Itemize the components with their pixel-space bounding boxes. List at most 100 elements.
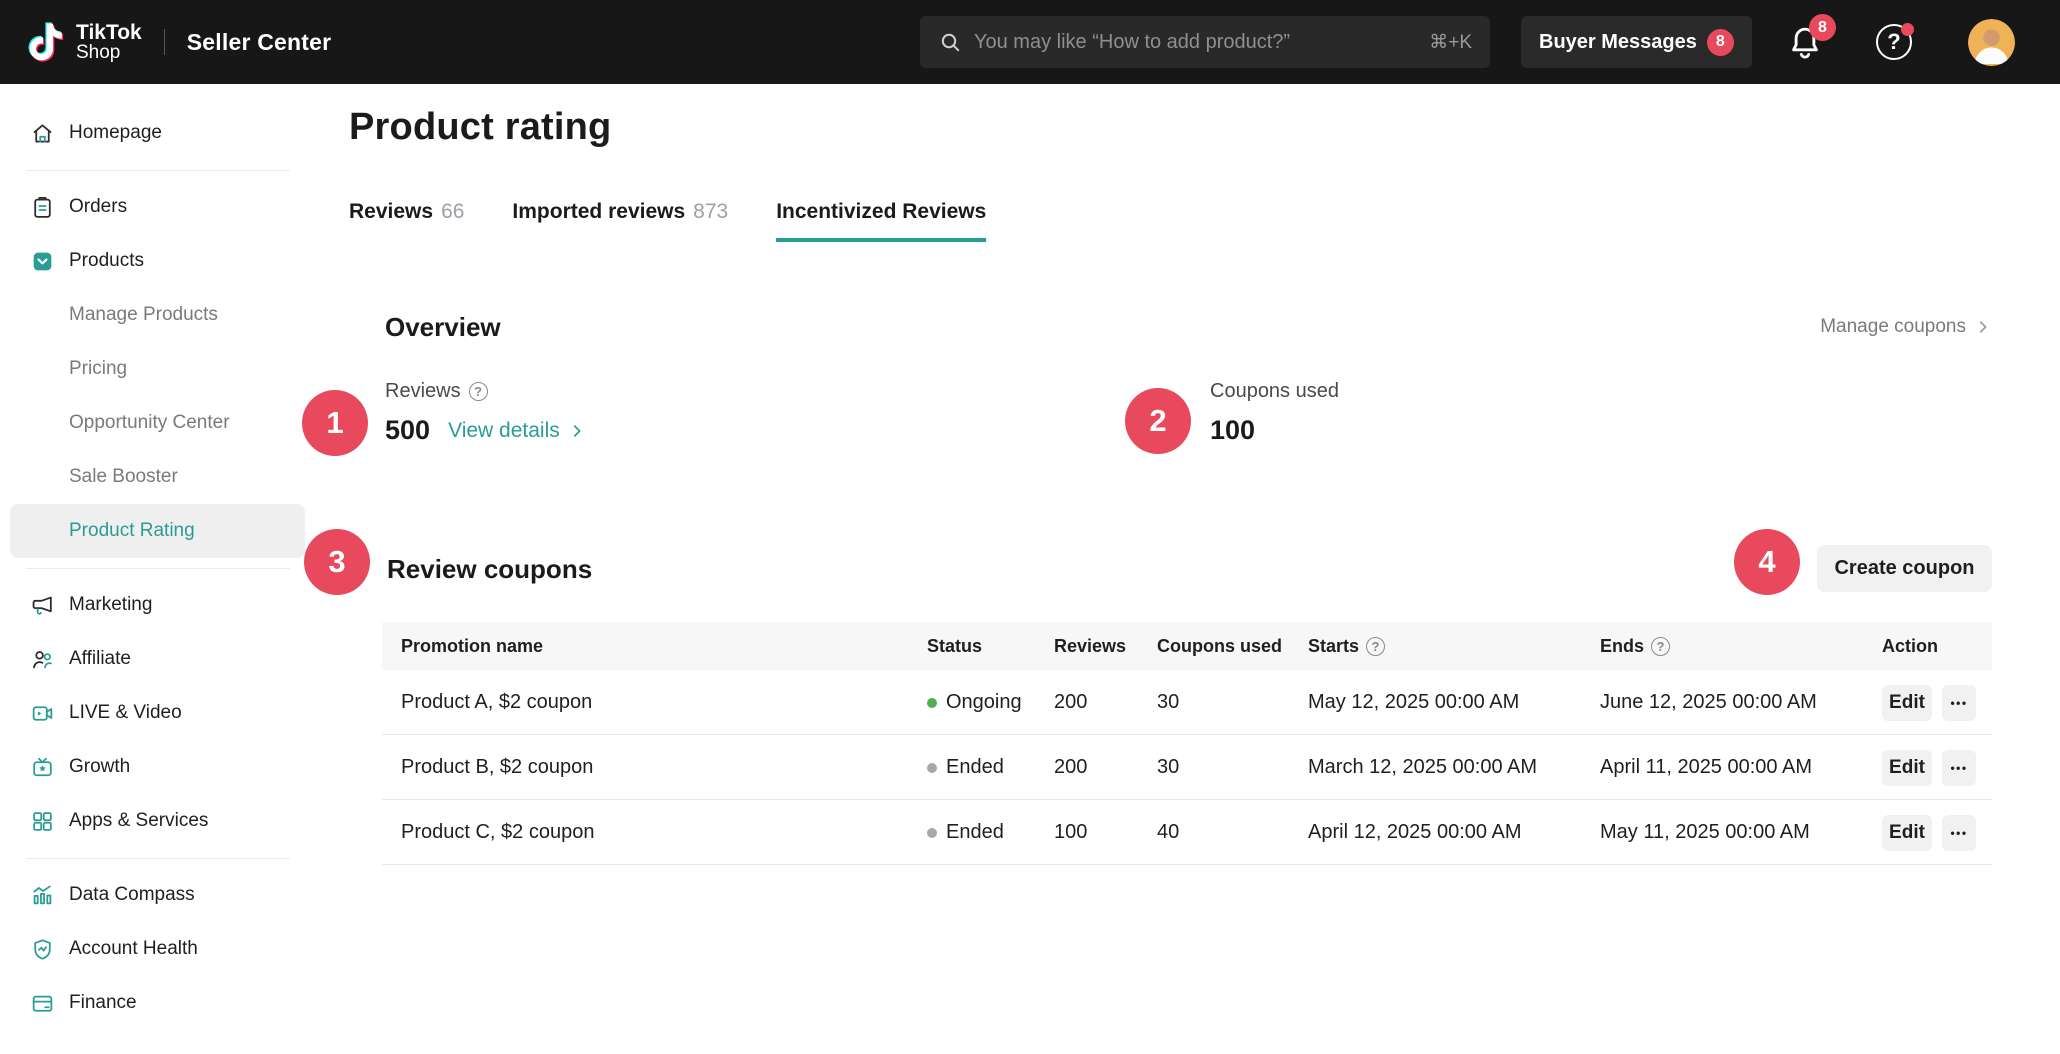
- chevron-right-icon: [1974, 318, 1992, 336]
- notifications-button[interactable]: 8: [1786, 24, 1824, 62]
- search-placeholder: You may like “How to add product?”: [974, 31, 1429, 54]
- column-header-reviews: Reviews: [1054, 622, 1126, 670]
- starts-help-icon[interactable]: ?: [1366, 637, 1385, 656]
- review-coupons-heading: Review coupons: [387, 554, 592, 585]
- tab-count: 873: [693, 200, 728, 224]
- status-text: Ended: [946, 756, 1004, 779]
- sidebar-item-products[interactable]: Products: [0, 234, 315, 288]
- create-coupon-button[interactable]: Create coupon: [1817, 545, 1992, 592]
- coupons-used-label: Coupons used: [1210, 380, 1339, 403]
- account-avatar[interactable]: [1968, 19, 2015, 66]
- reviews-help-icon[interactable]: ?: [469, 382, 488, 401]
- live-icon: [30, 701, 55, 726]
- table-row: Product A, $2 couponOngoing20030May 12, …: [382, 670, 1992, 735]
- tab-incentivized-reviews[interactable]: Incentivized Reviews: [776, 200, 986, 242]
- sidebar-item-pricing[interactable]: Pricing: [0, 342, 315, 396]
- cell-ends: April 11, 2025 00:00 AM: [1600, 735, 1812, 800]
- global-search-input[interactable]: You may like “How to add product?” ⌘+K: [920, 16, 1490, 68]
- view-details-link[interactable]: View details: [448, 419, 586, 443]
- sidebar-item-label: Opportunity Center: [69, 412, 230, 434]
- cell-promotion-name: Product B, $2 coupon: [401, 735, 593, 800]
- help-button[interactable]: ?: [1876, 24, 1912, 60]
- sidebar-item-live-video[interactable]: LIVE & Video: [0, 686, 315, 740]
- cell-reviews: 200: [1054, 735, 1087, 800]
- sidebar-item-label: Pricing: [69, 358, 127, 380]
- cell-reviews: 200: [1054, 670, 1087, 735]
- apps-icon: [30, 809, 55, 834]
- coupons-table: Promotion nameStatusReviewsCoupons usedS…: [382, 622, 1992, 865]
- column-header-status: Status: [927, 622, 982, 670]
- sidebar-item-marketing[interactable]: Marketing: [0, 578, 315, 632]
- annotation-badge-3: 3: [304, 529, 370, 595]
- sidebar-item-growth[interactable]: Growth: [0, 740, 315, 794]
- growth-icon: [30, 755, 55, 780]
- cell-status: Ended: [927, 800, 1004, 865]
- sidebar-item-label: Finance: [69, 992, 137, 1014]
- help-glyph: ?: [1887, 29, 1900, 55]
- sidebar-divider: [0, 848, 315, 868]
- help-notification-dot: [1901, 23, 1914, 36]
- annotation-badge-1: 1: [302, 390, 368, 456]
- sidebar-item-label: Homepage: [69, 122, 162, 144]
- edit-button[interactable]: Edit: [1882, 815, 1932, 851]
- sidebar-item-account-health[interactable]: Account Health: [0, 922, 315, 976]
- cell-promotion-name: Product A, $2 coupon: [401, 670, 592, 735]
- edit-button[interactable]: Edit: [1882, 750, 1932, 786]
- app-name: Seller Center: [187, 29, 332, 56]
- more-actions-button[interactable]: •••: [1942, 750, 1976, 786]
- sidebar-item-label: Manage Products: [69, 304, 218, 326]
- table-header-row: Promotion nameStatusReviewsCoupons usedS…: [382, 622, 1992, 670]
- column-header-promotion-name: Promotion name: [401, 622, 543, 670]
- annotation-badge-4: 4: [1734, 529, 1800, 595]
- more-actions-button[interactable]: •••: [1942, 685, 1976, 721]
- manage-coupons-link[interactable]: Manage coupons: [1820, 316, 1992, 338]
- cell-action: Edit •••: [1882, 800, 1976, 865]
- header-divider: [164, 29, 165, 55]
- data-icon: [30, 883, 55, 908]
- tab-reviews[interactable]: Reviews66: [349, 200, 464, 242]
- chevron-right-icon: [568, 422, 586, 440]
- avatar-image: [1968, 19, 2015, 66]
- tab-bar: Reviews66 Imported reviews873 Incentivized…: [349, 200, 986, 242]
- tiktok-shop-logo[interactable]: TikTok Shop: [24, 20, 142, 64]
- top-header: TikTok Shop Seller Center You may like “…: [0, 0, 2060, 84]
- sidebar-item-product-rating[interactable]: Product Rating: [10, 504, 305, 558]
- sidebar-item-label: Orders: [69, 196, 127, 218]
- sidebar-item-finance[interactable]: Finance: [0, 976, 315, 1030]
- sidebar-item-sale-booster[interactable]: Sale Booster: [0, 450, 315, 504]
- sidebar-item-label: Product Rating: [69, 520, 195, 542]
- status-dot-gray: [927, 763, 937, 773]
- cell-starts: May 12, 2025 00:00 AM: [1308, 670, 1519, 735]
- annotation-badge-2: 2: [1125, 388, 1191, 454]
- edit-button[interactable]: Edit: [1882, 685, 1932, 721]
- sidebar-divider: [0, 558, 315, 578]
- ends-help-icon[interactable]: ?: [1651, 637, 1670, 656]
- status-text: Ended: [946, 821, 1004, 844]
- cell-starts: March 12, 2025 00:00 AM: [1308, 735, 1537, 800]
- notifications-badge: 8: [1809, 14, 1836, 41]
- health-icon: [30, 937, 55, 962]
- column-header-ends: Ends?: [1600, 622, 1670, 670]
- sidebar-item-orders[interactable]: Orders: [0, 180, 315, 234]
- column-header-action: Action: [1882, 622, 1938, 670]
- tab-label: Incentivized Reviews: [776, 200, 986, 224]
- sidebar-item-manage-products[interactable]: Manage Products: [0, 288, 315, 342]
- buyer-messages-button[interactable]: Buyer Messages 8: [1521, 16, 1752, 68]
- affiliate-icon: [30, 647, 55, 672]
- tiktok-note-icon: [24, 20, 68, 64]
- table-row: Product B, $2 couponEnded20030March 12, …: [382, 735, 1992, 800]
- column-header-starts: Starts?: [1308, 622, 1385, 670]
- cell-promotion-name: Product C, $2 coupon: [401, 800, 594, 865]
- sidebar-item-data-compass[interactable]: Data Compass: [0, 868, 315, 922]
- status-dot-green: [927, 698, 937, 708]
- sidebar-item-homepage[interactable]: Homepage: [0, 106, 315, 160]
- buyer-messages-badge: 8: [1707, 29, 1734, 56]
- more-actions-button[interactable]: •••: [1942, 815, 1976, 851]
- finance-icon: [30, 991, 55, 1016]
- tab-label: Reviews: [349, 200, 433, 224]
- tab-imported-reviews[interactable]: Imported reviews873: [512, 200, 728, 242]
- sidebar-item-apps-services[interactable]: Apps & Services: [0, 794, 315, 848]
- sidebar-item-opportunity-center[interactable]: Opportunity Center: [0, 396, 315, 450]
- cell-starts: April 12, 2025 00:00 AM: [1308, 800, 1521, 865]
- sidebar-item-affiliate[interactable]: Affiliate: [0, 632, 315, 686]
